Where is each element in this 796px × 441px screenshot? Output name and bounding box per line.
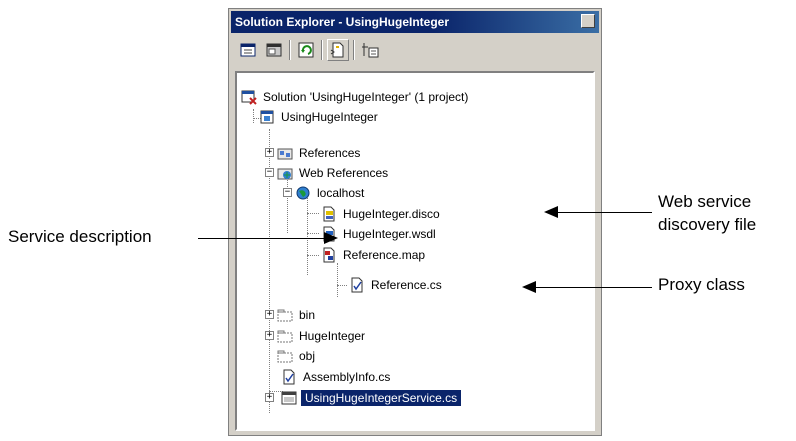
show-all-files-button[interactable]: [327, 39, 349, 61]
solution-icon: [241, 90, 257, 105]
view-code-icon: [266, 43, 282, 57]
tree-line: [307, 213, 319, 214]
arrowhead-icon: [522, 281, 536, 293]
proxy-class-callout: Proxy class: [658, 275, 745, 294]
title-bar: Solution Explorer - UsingHugeInteger: [231, 11, 599, 33]
tree-node-bin[interactable]: bin: [277, 305, 317, 325]
web-service-callout-line1: Web service: [658, 192, 752, 211]
tree-line: [337, 263, 338, 297]
disco-file-label: HugeInteger.disco: [343, 207, 440, 221]
folder-icon: [277, 330, 293, 343]
localhost-label: localhost: [317, 186, 365, 200]
solution-explorer-window: Solution Explorer - UsingHugeInteger + −…: [228, 8, 602, 436]
tree-node-reference-map[interactable]: Reference.map: [321, 245, 427, 265]
tree-line: [307, 233, 319, 234]
properties-icon: [240, 43, 256, 57]
arrowhead-icon: [324, 232, 338, 244]
web-references-folder-icon: [277, 168, 293, 180]
references-folder-icon: [277, 148, 293, 160]
reference-cs-label: Reference.cs: [371, 278, 442, 292]
toolbar-separator: [353, 40, 355, 60]
disco-file-icon: [323, 206, 335, 222]
window-title: Solution Explorer - UsingHugeInteger: [235, 15, 450, 29]
csharp-file-icon: [351, 277, 363, 293]
assembly-info-label: AssemblyInfo.cs: [303, 370, 391, 384]
tree-node-references[interactable]: References: [277, 143, 362, 163]
service-description-arrow: [198, 238, 334, 239]
globe-icon: [296, 186, 310, 200]
reference-map-label: Reference.map: [343, 248, 426, 262]
toolbar-separator: [321, 40, 323, 60]
expand-bin-icon[interactable]: +: [265, 310, 274, 319]
tree-node-assembly-info[interactable]: AssemblyInfo.cs: [281, 367, 392, 387]
folder-icon: [277, 309, 293, 322]
solution-tree: + − − + + + Solution 'UsingHugeInteger' …: [235, 71, 595, 431]
expand-hugeinteger-icon[interactable]: +: [265, 331, 274, 340]
expand-selected-file-icon[interactable]: +: [265, 393, 274, 402]
tree-node-selected-file[interactable]: UsingHugeIntegerService.cs: [281, 388, 462, 408]
folder-icon: [277, 350, 293, 363]
pin-icon[interactable]: [581, 14, 595, 28]
tree-line: [307, 255, 319, 256]
project-icon: [260, 110, 274, 124]
references-label: References: [299, 146, 361, 160]
selected-file-label: UsingHugeIntegerService.cs: [301, 390, 462, 406]
show-all-files-icon: [330, 42, 344, 58]
collapse-web-references-icon[interactable]: −: [265, 168, 274, 177]
tree-node-obj[interactable]: obj: [277, 346, 317, 366]
proxy-class-arrow: [534, 287, 652, 288]
obj-label: obj: [299, 349, 316, 363]
form-file-icon: [281, 391, 297, 405]
refresh-icon: [298, 42, 314, 58]
properties-button[interactable]: [237, 39, 259, 61]
toolbar-separator: [289, 40, 291, 60]
tree-line: [307, 193, 308, 275]
expand-references-icon[interactable]: +: [265, 148, 274, 157]
tree-node-web-references[interactable]: Web References: [277, 163, 390, 183]
tree-node-solution[interactable]: Solution 'UsingHugeInteger' (1 project): [241, 87, 470, 107]
discovery-file-arrow: [556, 212, 652, 213]
service-description-callout: Service description: [8, 227, 152, 246]
tree-node-localhost[interactable]: localhost: [295, 183, 366, 203]
hugeinteger-folder-label: HugeInteger: [299, 329, 366, 343]
tree-node-wsdl-file[interactable]: HugeInteger.wsdl: [321, 224, 438, 244]
web-service-callout-line2: discovery file: [658, 215, 757, 234]
view-code-button[interactable]: [263, 39, 285, 61]
toolbar: [231, 35, 599, 65]
map-file-icon: [323, 247, 335, 263]
tree-node-disco-file[interactable]: HugeInteger.disco: [321, 204, 442, 224]
view-designer-button[interactable]: [359, 39, 381, 61]
bin-label: bin: [299, 308, 316, 322]
solution-label: Solution 'UsingHugeInteger' (1 project): [263, 90, 469, 104]
tree-line: [253, 109, 254, 123]
wsdl-file-label: HugeInteger.wsdl: [343, 227, 436, 241]
collapse-localhost-icon[interactable]: −: [283, 188, 292, 197]
tree-line: [337, 285, 347, 286]
tree-node-project[interactable]: UsingHugeInteger: [259, 107, 380, 127]
tree-node-hugeinteger-folder[interactable]: HugeInteger: [277, 326, 367, 346]
tree-node-reference-cs[interactable]: Reference.cs: [349, 275, 444, 295]
project-label: UsingHugeInteger: [281, 110, 378, 124]
arrowhead-icon: [544, 206, 558, 218]
web-references-label: Web References: [299, 166, 389, 180]
refresh-button[interactable]: [295, 39, 317, 61]
view-designer-icon: [362, 43, 379, 58]
csharp-file-icon: [283, 369, 295, 385]
